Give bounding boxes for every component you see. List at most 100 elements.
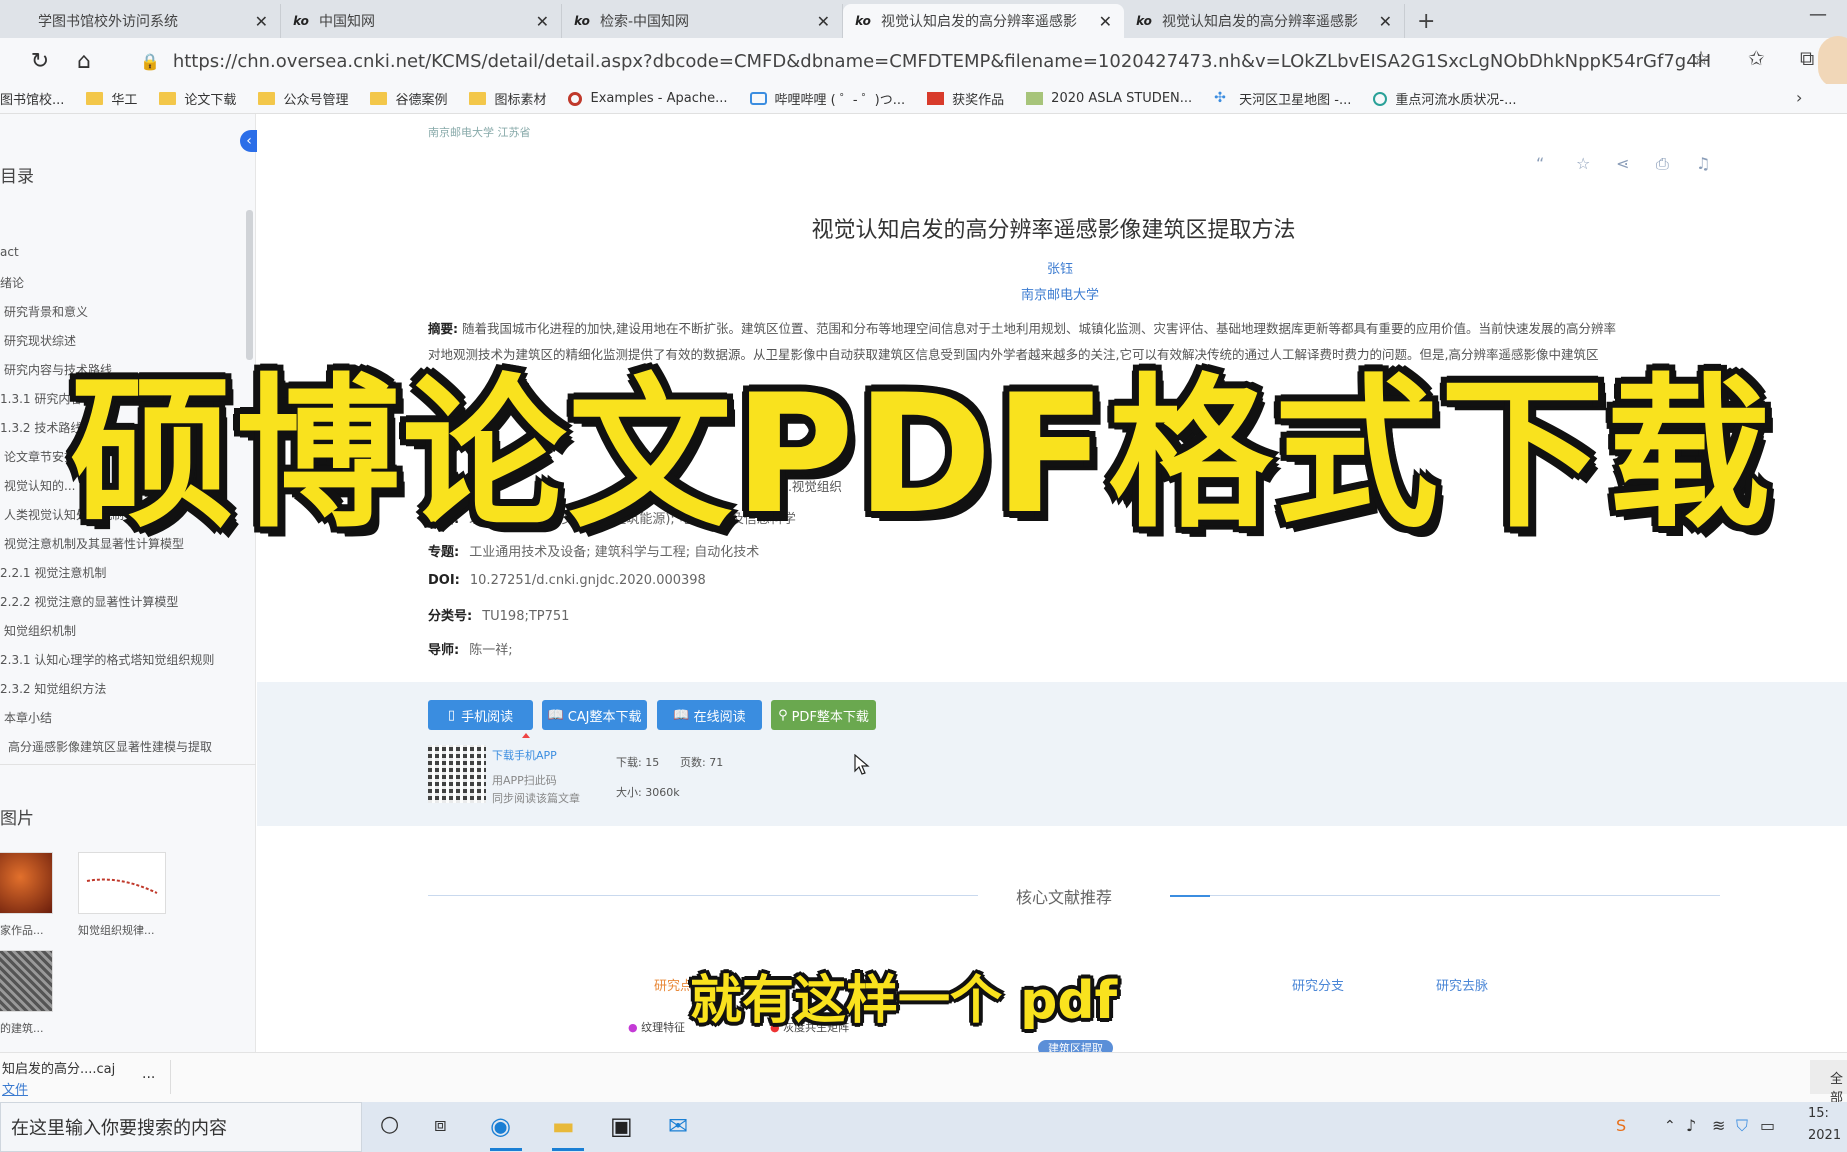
favorites-icon[interactable]: ✩ [1748, 46, 1765, 70]
bookmark-asla[interactable]: 2020 ASLA STUDEN... [1026, 91, 1192, 106]
mobile-read-button[interactable]: ▯ 手机阅读 [428, 700, 533, 730]
taskbar: 在这里输入你要搜索的内容 ○ ⧈ ◉ ▬ ▣ ✉ S ⌃ ♪ ≋ ⛉ ▭ 15:… [0, 1102, 1847, 1152]
divider [0, 764, 256, 765]
toc-item[interactable]: 2.3.1 认知心理学的格式塔知觉组织规则 [0, 651, 214, 668]
edge-icon[interactable]: ◉ [490, 1112, 511, 1140]
toc-item[interactable]: 绪论 [0, 274, 24, 291]
minimize-icon[interactable]: — [1809, 4, 1827, 25]
bookmark-icons[interactable]: 图标素材 [469, 89, 546, 108]
toc-item[interactable]: 研究背景和意义 [4, 303, 88, 320]
toc-item[interactable]: 2.2.2 视觉注意的显著性计算模型 [0, 593, 178, 610]
collections-icon[interactable]: ⧉ [1800, 46, 1814, 70]
bookmark-bilibili[interactable]: 哔哩哔哩 ( ゜- ゜)つ... [749, 89, 905, 108]
toc-item[interactable]: 2.2.1 视觉注意机制 [0, 564, 106, 581]
quote-icon[interactable]: “ [1536, 154, 1544, 173]
tab-paper-detail[interactable]: ko 视觉认知启发的高分辨率遥感影 ✕ [1124, 4, 1405, 38]
task-view-icon[interactable]: ⧈ [434, 1112, 447, 1136]
figure-thumbnail[interactable] [78, 852, 166, 914]
security-icon[interactable]: ⛉ [1736, 1116, 1748, 1136]
close-icon[interactable]: ✕ [1379, 12, 1392, 31]
store-icon[interactable]: ▣ [610, 1112, 633, 1140]
bookmark-awards[interactable]: 获奖作品 [927, 89, 1004, 108]
asla-icon [1026, 92, 1044, 105]
caj-download-button[interactable]: 📖 CAJ整本下载 [542, 700, 647, 730]
toc-item[interactable]: 视觉认知的... [4, 477, 75, 494]
pdf-download-button[interactable]: ⚲ PDF整本下载 [771, 700, 876, 730]
toc-item[interactable]: 知觉组织机制 [4, 622, 76, 639]
star-icon[interactable]: ☆ [1692, 46, 1710, 70]
share-icon[interactable]: ⋖ [1616, 154, 1629, 173]
bell-icon[interactable]: ♫ [1696, 154, 1710, 173]
chevron-right-icon[interactable]: › [1796, 88, 1802, 107]
toc-item[interactable]: 研究现状综述 [4, 332, 76, 349]
tab-cnki-home[interactable]: ko 中国知网 ✕ [281, 4, 562, 38]
url-field[interactable]: 🔒 https://chn.oversea.cnki.net/KCMS/detai… [140, 44, 1710, 78]
home-icon[interactable]: ⌂ [66, 49, 102, 74]
bookmark-paper-download[interactable]: 论文下载 [159, 89, 236, 108]
open-file-link[interactable]: 文件 [2, 1079, 28, 1098]
figure-thumbnail[interactable] [0, 852, 53, 914]
bookmark-tianhe-map[interactable]: ✣ 天河区卫星地图 -... [1214, 89, 1351, 108]
close-icon[interactable]: ✕ [817, 12, 830, 31]
author-link[interactable]: 张钰 [260, 258, 1847, 277]
chevron-up-icon[interactable]: ⌃ [1664, 1118, 1676, 1134]
bilibili-icon [749, 92, 767, 105]
close-icon[interactable]: ✕ [1099, 12, 1112, 31]
apache-icon [568, 91, 583, 106]
app-download-link[interactable]: 下载手机APP [492, 747, 557, 763]
bookmark-library[interactable]: 图书馆校... [0, 89, 64, 108]
downloaded-file[interactable]: 知启发的高分....caj [2, 1058, 115, 1077]
bookmarks-bar: 图书馆校... 华工 论文下载 公众号管理 谷德案例 图标素材 Examples… [0, 84, 1847, 114]
toc-item[interactable]: 2.3.2 知觉组织方法 [0, 680, 106, 697]
images-heading: 图片 [0, 809, 34, 829]
toc-item[interactable]: 论文章节安排 [4, 448, 76, 465]
institution-line: 南京邮电大学 江苏省 [428, 126, 531, 139]
online-read-button[interactable]: 📖 在线阅读 [657, 700, 762, 730]
cortana-icon[interactable]: ○ [380, 1112, 399, 1137]
reload-icon[interactable]: ↻ [22, 49, 58, 74]
cnki-icon: ko [1136, 14, 1152, 28]
folder-icon [159, 92, 177, 105]
close-icon[interactable]: ✕ [255, 12, 268, 31]
school-link[interactable]: 南京邮电大学 [260, 284, 1847, 303]
ime-icon[interactable]: S [1616, 1116, 1626, 1135]
close-icon[interactable]: ✕ [536, 12, 549, 31]
bookmark-water-quality[interactable]: 重点河流水质状况-... [1373, 89, 1516, 108]
print-icon[interactable]: ⎙ [1656, 154, 1669, 174]
advisor-field: 导师: 陈一祥; [428, 643, 513, 658]
globe-icon [1373, 91, 1388, 106]
tab-research-points[interactable]: 研究点 [654, 975, 693, 994]
avatar[interactable] [1818, 36, 1847, 88]
video-title-overlay: 硕博论文PDF格式下载 [70, 359, 1773, 550]
bookmark-apache-examples[interactable]: Examples - Apache... [568, 91, 728, 106]
divider [428, 895, 978, 896]
favorite-icon[interactable]: ☆ [1576, 154, 1590, 173]
more-options-icon[interactable]: ... [142, 1066, 155, 1082]
toc-item[interactable]: 本章小结 [4, 709, 52, 726]
bookmark-huagong[interactable]: 华工 [86, 89, 137, 108]
toc-item[interactable]: act [0, 245, 19, 259]
bookmark-wechat-admin[interactable]: 公众号管理 [258, 89, 348, 108]
collapse-sidebar-button[interactable]: ‹ [240, 130, 258, 152]
figure-caption: 的建筑... [0, 1022, 44, 1035]
mail-icon[interactable]: ✉ [668, 1112, 688, 1140]
new-tab-button[interactable]: + [1417, 9, 1435, 34]
toc-item[interactable]: 高分遥感影像建筑区显著性建模与提取 [8, 738, 212, 755]
tab-library-access[interactable]: 学图书馆校外访问系统 ✕ [0, 4, 281, 38]
clock-time[interactable]: 15: [1808, 1106, 1829, 1121]
taskbar-search-input[interactable]: 在这里输入你要搜索的内容 [0, 1102, 362, 1152]
tab-paper-detail-active[interactable]: ko 视觉认知启发的高分辨率遥感影 ✕ [843, 4, 1124, 38]
tab-research-trace[interactable]: 研究去脉 [1436, 975, 1488, 994]
file-explorer-icon[interactable]: ▬ [552, 1112, 575, 1140]
rec-node[interactable]: ● 纹理特征 [628, 1019, 685, 1035]
show-all-button[interactable]: 全部 [1810, 1060, 1847, 1106]
lock-icon: 🔒 [140, 51, 160, 71]
bookmark-gooood[interactable]: 谷德案例 [370, 89, 447, 108]
figure-thumbnail[interactable] [0, 950, 53, 1012]
tab-cnki-search[interactable]: ko 检索-中国知网 ✕ [562, 4, 843, 38]
clock-date[interactable]: 2021 [1808, 1128, 1841, 1143]
microphone-icon[interactable]: ♪ [1686, 1116, 1696, 1135]
network-icon[interactable]: ≋ [1712, 1116, 1725, 1135]
tab-research-branches[interactable]: 研究分支 [1292, 975, 1344, 994]
battery-icon[interactable]: ▭ [1760, 1116, 1775, 1135]
